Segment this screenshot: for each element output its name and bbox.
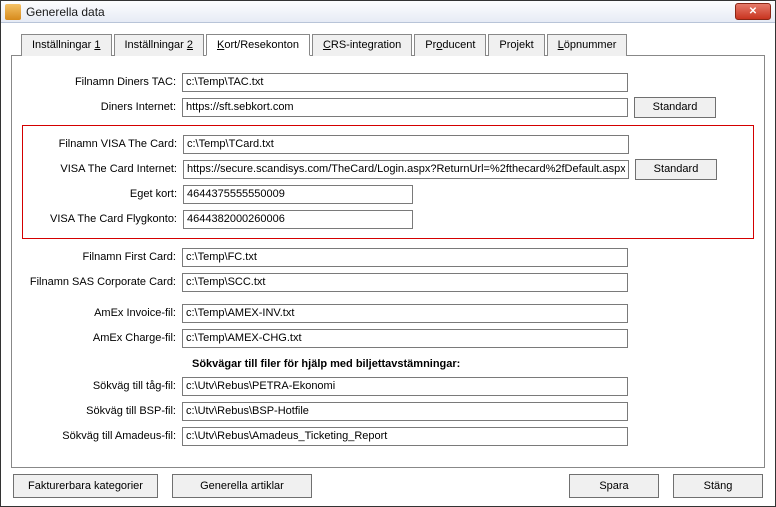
label-amadeus-fil: Sökväg till Amadeus-fil:	[22, 430, 182, 442]
highlight-box-visa: Filnamn VISA The Card: VISA The Card Int…	[22, 125, 754, 239]
close-button[interactable]: ✕	[735, 3, 771, 20]
input-visa-internet[interactable]	[183, 160, 629, 179]
stang-button[interactable]: Stäng	[673, 474, 763, 498]
titlebar: Generella data ✕	[1, 1, 775, 23]
row-bsp-fil: Sökväg till BSP-fil:	[22, 399, 754, 423]
bottom-bar: Fakturerbara kategorier Generella artikl…	[11, 474, 765, 498]
label-sas-corp: Filnamn SAS Corporate Card:	[22, 276, 182, 288]
input-visa-filnamn[interactable]	[183, 135, 629, 154]
tab-kort-resekonton[interactable]: Kort/Resekonton	[206, 34, 310, 56]
row-diners-internet: Diners Internet: Standard	[22, 95, 754, 119]
row-amadeus-fil: Sökväg till Amadeus-fil:	[22, 424, 754, 448]
label-first-card: Filnamn First Card:	[22, 251, 182, 263]
tab-lopnummer[interactable]: Löpnummer	[547, 34, 628, 56]
fakturerbara-kategorier-button[interactable]: Fakturerbara kategorier	[13, 474, 158, 498]
input-diners-tac[interactable]	[182, 73, 628, 92]
label-amex-inv: AmEx Invoice-fil:	[22, 307, 182, 319]
label-eget-kort: Eget kort:	[23, 188, 183, 200]
input-amadeus-fil[interactable]	[182, 427, 628, 446]
row-visa-filnamn: Filnamn VISA The Card:	[23, 132, 753, 156]
input-tag-fil[interactable]	[182, 377, 628, 396]
tab-panel: Filnamn Diners TAC: Diners Internet: Sta…	[11, 55, 765, 468]
label-visa-flygkonto: VISA The Card Flygkonto:	[23, 213, 183, 225]
standard-button-visa[interactable]: Standard	[635, 159, 717, 180]
label-visa-internet: VISA The Card Internet:	[23, 163, 183, 175]
input-eget-kort[interactable]	[183, 185, 413, 204]
label-amex-chg: AmEx Charge-fil:	[22, 332, 182, 344]
window: Generella data ✕ Inställningar 1 Inställ…	[0, 0, 776, 507]
label-diners-tac: Filnamn Diners TAC:	[22, 76, 182, 88]
row-eget-kort: Eget kort:	[23, 182, 753, 206]
app-icon	[5, 4, 21, 20]
row-amex-inv: AmEx Invoice-fil:	[22, 301, 754, 325]
row-tag-fil: Sökväg till tåg-fil:	[22, 374, 754, 398]
window-title: Generella data	[26, 5, 735, 19]
section-heading-sokvagar: Sökvägar till filer för hjälp med biljet…	[192, 358, 754, 370]
row-diners-tac: Filnamn Diners TAC:	[22, 70, 754, 94]
row-amex-chg: AmEx Charge-fil:	[22, 326, 754, 350]
label-diners-internet: Diners Internet:	[22, 101, 182, 113]
body: Inställningar 1 Inställningar 2 Kort/Res…	[1, 23, 775, 506]
input-diners-internet[interactable]	[182, 98, 628, 117]
input-sas-corp[interactable]	[182, 273, 628, 292]
standard-button-diners[interactable]: Standard	[634, 97, 716, 118]
row-first-card: Filnamn First Card:	[22, 245, 754, 269]
row-sas-corp: Filnamn SAS Corporate Card:	[22, 270, 754, 294]
row-visa-internet: VISA The Card Internet: Standard	[23, 157, 753, 181]
input-amex-chg[interactable]	[182, 329, 628, 348]
tab-installningar-2[interactable]: Inställningar 2	[114, 34, 205, 56]
tab-crs-integration[interactable]: CRS-integration	[312, 34, 412, 56]
spara-button[interactable]: Spara	[569, 474, 659, 498]
label-bsp-fil: Sökväg till BSP-fil:	[22, 405, 182, 417]
input-amex-inv[interactable]	[182, 304, 628, 323]
label-tag-fil: Sökväg till tåg-fil:	[22, 380, 182, 392]
tab-projekt[interactable]: Projekt	[488, 34, 544, 56]
input-first-card[interactable]	[182, 248, 628, 267]
tab-strip: Inställningar 1 Inställningar 2 Kort/Res…	[21, 33, 765, 55]
tab-installningar-1[interactable]: Inställningar 1	[21, 34, 112, 56]
tab-producent[interactable]: Producent	[414, 34, 486, 56]
generella-artiklar-button[interactable]: Generella artiklar	[172, 474, 312, 498]
label-visa-filnamn: Filnamn VISA The Card:	[23, 138, 183, 150]
input-visa-flygkonto[interactable]	[183, 210, 413, 229]
input-bsp-fil[interactable]	[182, 402, 628, 421]
row-visa-flygkonto: VISA The Card Flygkonto:	[23, 207, 753, 231]
